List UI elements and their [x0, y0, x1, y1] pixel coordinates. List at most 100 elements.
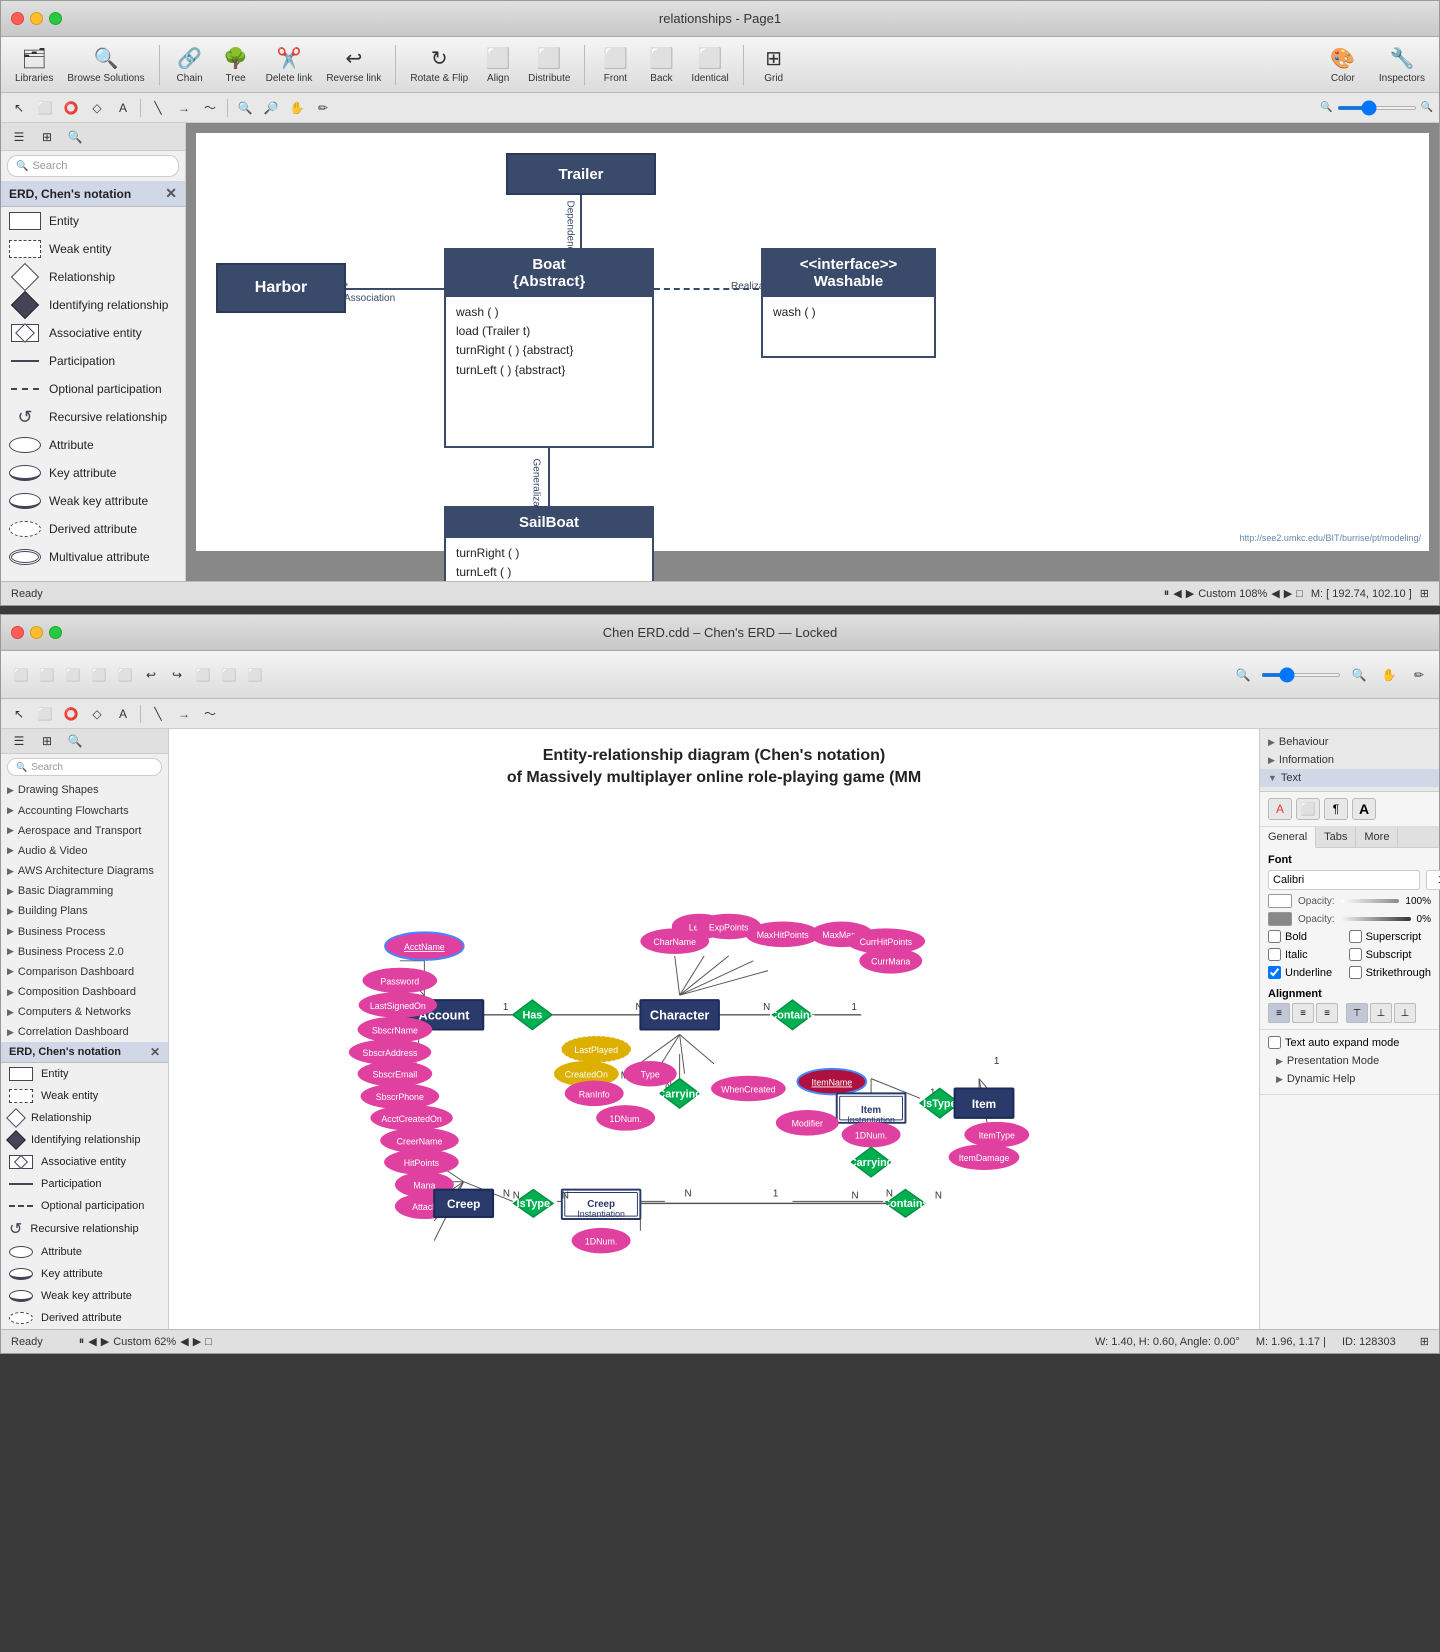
sidebar-item-key-attr[interactable]: Key attribute: [1, 459, 185, 487]
s2-search-btn[interactable]: 🔍: [63, 729, 87, 753]
color-swatch-white[interactable]: [1268, 894, 1292, 908]
s2-participation[interactable]: Participation: [1, 1173, 168, 1195]
diamond-tool[interactable]: ◇: [85, 96, 109, 120]
zoom-out-tool[interactable]: 🔎: [259, 96, 283, 120]
t2-arrow[interactable]: →: [172, 702, 196, 726]
w2-nav-right[interactable]: ▶: [193, 1335, 201, 1348]
sidebar-item-relationship[interactable]: Relationship: [1, 263, 185, 291]
sidebar-search-box-1[interactable]: 🔍 Search: [7, 155, 179, 177]
font-color-btn[interactable]: A: [1268, 798, 1292, 820]
s2-aws[interactable]: ▶ AWS Architecture Diagrams: [1, 861, 168, 881]
t2-btn10[interactable]: ⬜: [243, 663, 267, 687]
washable-box[interactable]: <<interface>>Washable wash ( ): [761, 248, 936, 358]
s2-computers[interactable]: ▶ Computers & Networks: [1, 1002, 168, 1022]
back-button[interactable]: ⬜ Back: [639, 42, 683, 88]
color-button[interactable]: 🎨 Color: [1321, 42, 1365, 88]
s2-opt-part[interactable]: Optional participation: [1, 1195, 168, 1217]
tab-more[interactable]: More: [1356, 827, 1398, 847]
w2-pause[interactable]: ⏸: [79, 1335, 85, 1348]
tab-general[interactable]: General: [1260, 827, 1316, 848]
tree-button[interactable]: 🌳 Tree: [214, 42, 258, 88]
sidebar-item-assoc-entity[interactable]: Associative entity: [1, 319, 185, 347]
t2-btn2[interactable]: ⬜: [35, 663, 59, 687]
text-box-btn[interactable]: ⬜: [1296, 798, 1320, 820]
s2-id-rel[interactable]: Identifying relationship: [1, 1129, 168, 1151]
t2-btn8[interactable]: ⬜: [191, 663, 215, 687]
w2-prev[interactable]: ◀: [88, 1335, 96, 1348]
maximize-button-1[interactable]: [49, 12, 62, 25]
distribute-button[interactable]: ⬜ Distribute: [522, 42, 576, 88]
sidebar-item-recursive-rel[interactable]: ↺ Recursive relationship: [1, 403, 185, 431]
sailboat-box[interactable]: SailBoat turnRight ( ) turnLeft ( ): [444, 506, 654, 581]
zoom-slider[interactable]: [1337, 106, 1417, 110]
s2-erd-close[interactable]: ✕: [150, 1045, 160, 1059]
reverse-link-button[interactable]: ↩ Reverse link: [320, 42, 387, 88]
s2-weak-key[interactable]: Weak key attribute: [1, 1285, 168, 1307]
italic-checkbox[interactable]: [1268, 948, 1281, 961]
sidebar-item-derived-attr[interactable]: Derived attribute: [1, 515, 185, 543]
t2-rect[interactable]: ⬜: [33, 702, 57, 726]
align-bottom-btn[interactable]: ⊥: [1394, 1003, 1416, 1023]
sidebar-close-icon[interactable]: ✕: [165, 185, 177, 202]
s2-list-btn[interactable]: ☰: [7, 729, 31, 753]
opacity-slider-1[interactable]: [1341, 899, 1400, 903]
nav-expand[interactable]: □: [1296, 588, 1303, 600]
t2-diamond[interactable]: ◇: [85, 702, 109, 726]
s2-composition[interactable]: ▶ Composition Dashboard: [1, 982, 168, 1002]
sidebar-item-multivalue-attr[interactable]: Multivalue attribute: [1, 543, 185, 571]
sidebar-search-box-2[interactable]: 🔍 Search: [7, 758, 162, 776]
s2-erd-header[interactable]: ERD, Chen's notation ✕: [1, 1042, 168, 1063]
s2-building[interactable]: ▶ Building Plans: [1, 901, 168, 921]
s2-comparison[interactable]: ▶ Comparison Dashboard: [1, 962, 168, 982]
font-size-input[interactable]: [1426, 870, 1440, 890]
arrow-tool[interactable]: →: [172, 96, 196, 120]
t2-btn4[interactable]: ⬜: [87, 663, 111, 687]
subscript-checkbox[interactable]: [1349, 948, 1362, 961]
dynamic-help-item[interactable]: ▶ Dynamic Help: [1268, 1070, 1431, 1088]
presentation-mode-item[interactable]: ▶ Presentation Mode: [1268, 1052, 1431, 1070]
s2-aerospace[interactable]: ▶ Aerospace and Transport: [1, 821, 168, 841]
align-left-btn[interactable]: ≡: [1268, 1003, 1290, 1023]
t2-btn9[interactable]: ⬜: [217, 663, 241, 687]
s2-attr[interactable]: Attribute: [1, 1241, 168, 1263]
close-button-1[interactable]: [11, 12, 24, 25]
t2-line[interactable]: ╲: [146, 702, 170, 726]
prev-icon[interactable]: ◀: [1173, 587, 1181, 600]
align-right-btn[interactable]: ≡: [1316, 1003, 1338, 1023]
underline-checkbox[interactable]: [1268, 966, 1281, 979]
information-item[interactable]: ▶ Information: [1260, 751, 1439, 769]
s2-rel[interactable]: Relationship: [1, 1107, 168, 1129]
w2-next[interactable]: ▶: [101, 1335, 109, 1348]
sidebar-list-btn[interactable]: ☰: [7, 125, 31, 149]
bold-format-btn[interactable]: A: [1352, 798, 1376, 820]
harbor-box[interactable]: Harbor: [216, 263, 346, 313]
align-button[interactable]: ⬜ Align: [476, 42, 520, 88]
align-center-btn[interactable]: ≡: [1292, 1003, 1314, 1023]
boat-box[interactable]: Boat{Abstract} wash ( ) load (Trailer t)…: [444, 248, 654, 448]
canvas-1[interactable]: Trailer Dependency Harbor * Association …: [186, 123, 1439, 581]
minimize-button-2[interactable]: [30, 626, 43, 639]
sidebar-search-btn[interactable]: 🔍: [63, 125, 87, 149]
t2-hand[interactable]: ✋: [1377, 663, 1401, 687]
next-icon[interactable]: ▶: [1186, 587, 1194, 600]
t2-btn3[interactable]: ⬜: [61, 663, 85, 687]
close-button-2[interactable]: [11, 626, 24, 639]
maximize-button-2[interactable]: [49, 626, 62, 639]
identical-button[interactable]: ⬜ Identical: [685, 42, 734, 88]
sidebar-item-weak-key-attr[interactable]: Weak key attribute: [1, 487, 185, 515]
sidebar-item-weak-entity[interactable]: Weak entity: [1, 235, 185, 263]
front-button[interactable]: ⬜ Front: [593, 42, 637, 88]
s2-audio[interactable]: ▶ Audio & Video: [1, 841, 168, 861]
s2-entity[interactable]: Entity: [1, 1063, 168, 1085]
resize-grip-2[interactable]: ⊞: [1420, 1335, 1429, 1348]
delete-link-button[interactable]: ✂️ Delete link: [260, 42, 319, 88]
sidebar-section-erd[interactable]: ERD, Chen's notation ✕: [1, 181, 185, 207]
s2-drawing-shapes[interactable]: ▶ Drawing Shapes: [1, 780, 168, 800]
color-swatch-gray[interactable]: [1268, 912, 1292, 926]
pen-tool[interactable]: ✏: [311, 96, 335, 120]
t2-oval[interactable]: ⭕: [59, 702, 83, 726]
align-top-btn[interactable]: ⊤: [1346, 1003, 1368, 1023]
strikethrough-checkbox[interactable]: [1349, 966, 1362, 979]
trailer-box[interactable]: Trailer: [506, 153, 656, 195]
s2-accounting[interactable]: ▶ Accounting Flowcharts: [1, 801, 168, 821]
